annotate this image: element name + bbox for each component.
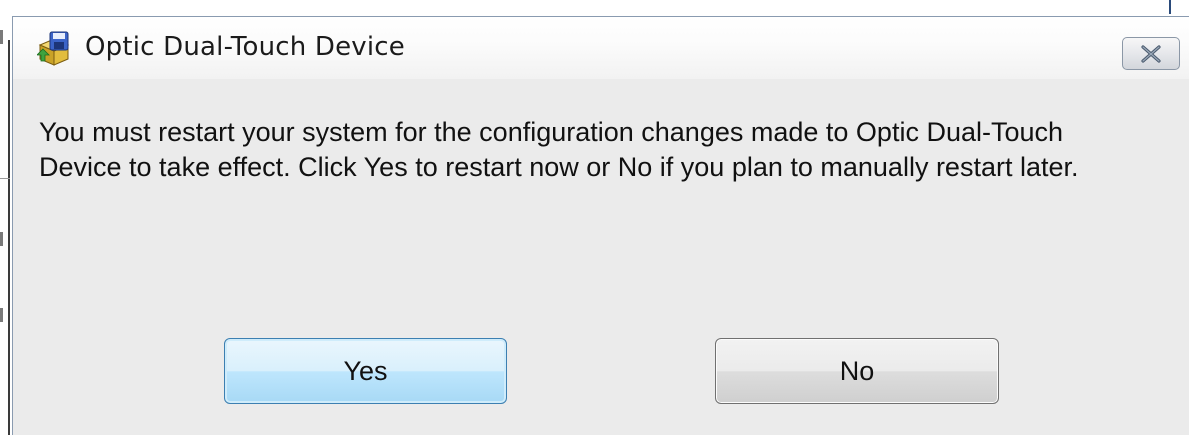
background-window-fragment bbox=[0, 308, 3, 322]
dialog-body: You must restart your system for the con… bbox=[13, 79, 1189, 435]
dialog-title: Optic Dual-Touch Device bbox=[85, 32, 406, 62]
background-window-fragment bbox=[1169, 0, 1171, 14]
background-window-fragment bbox=[0, 30, 3, 44]
background-window-fragment bbox=[0, 178, 10, 179]
installer-icon bbox=[36, 31, 71, 67]
screen: Optic Dual-Touch Device You must restart… bbox=[0, 0, 1189, 435]
no-button[interactable]: No bbox=[715, 338, 999, 404]
message-line: You must restart your system for the con… bbox=[39, 117, 1064, 147]
dialog-message: You must restart your system for the con… bbox=[39, 115, 1169, 185]
yes-button[interactable]: Yes bbox=[224, 338, 507, 404]
message-line: Device to take effect. Click Yes to rest… bbox=[39, 152, 1079, 182]
background-window-fragment bbox=[0, 232, 3, 246]
close-button[interactable] bbox=[1122, 37, 1180, 70]
close-icon bbox=[1140, 44, 1162, 63]
background-window-edge bbox=[8, 40, 10, 435]
restart-dialog: Optic Dual-Touch Device You must restart… bbox=[12, 16, 1189, 435]
title-bar[interactable]: Optic Dual-Touch Device bbox=[13, 17, 1189, 79]
